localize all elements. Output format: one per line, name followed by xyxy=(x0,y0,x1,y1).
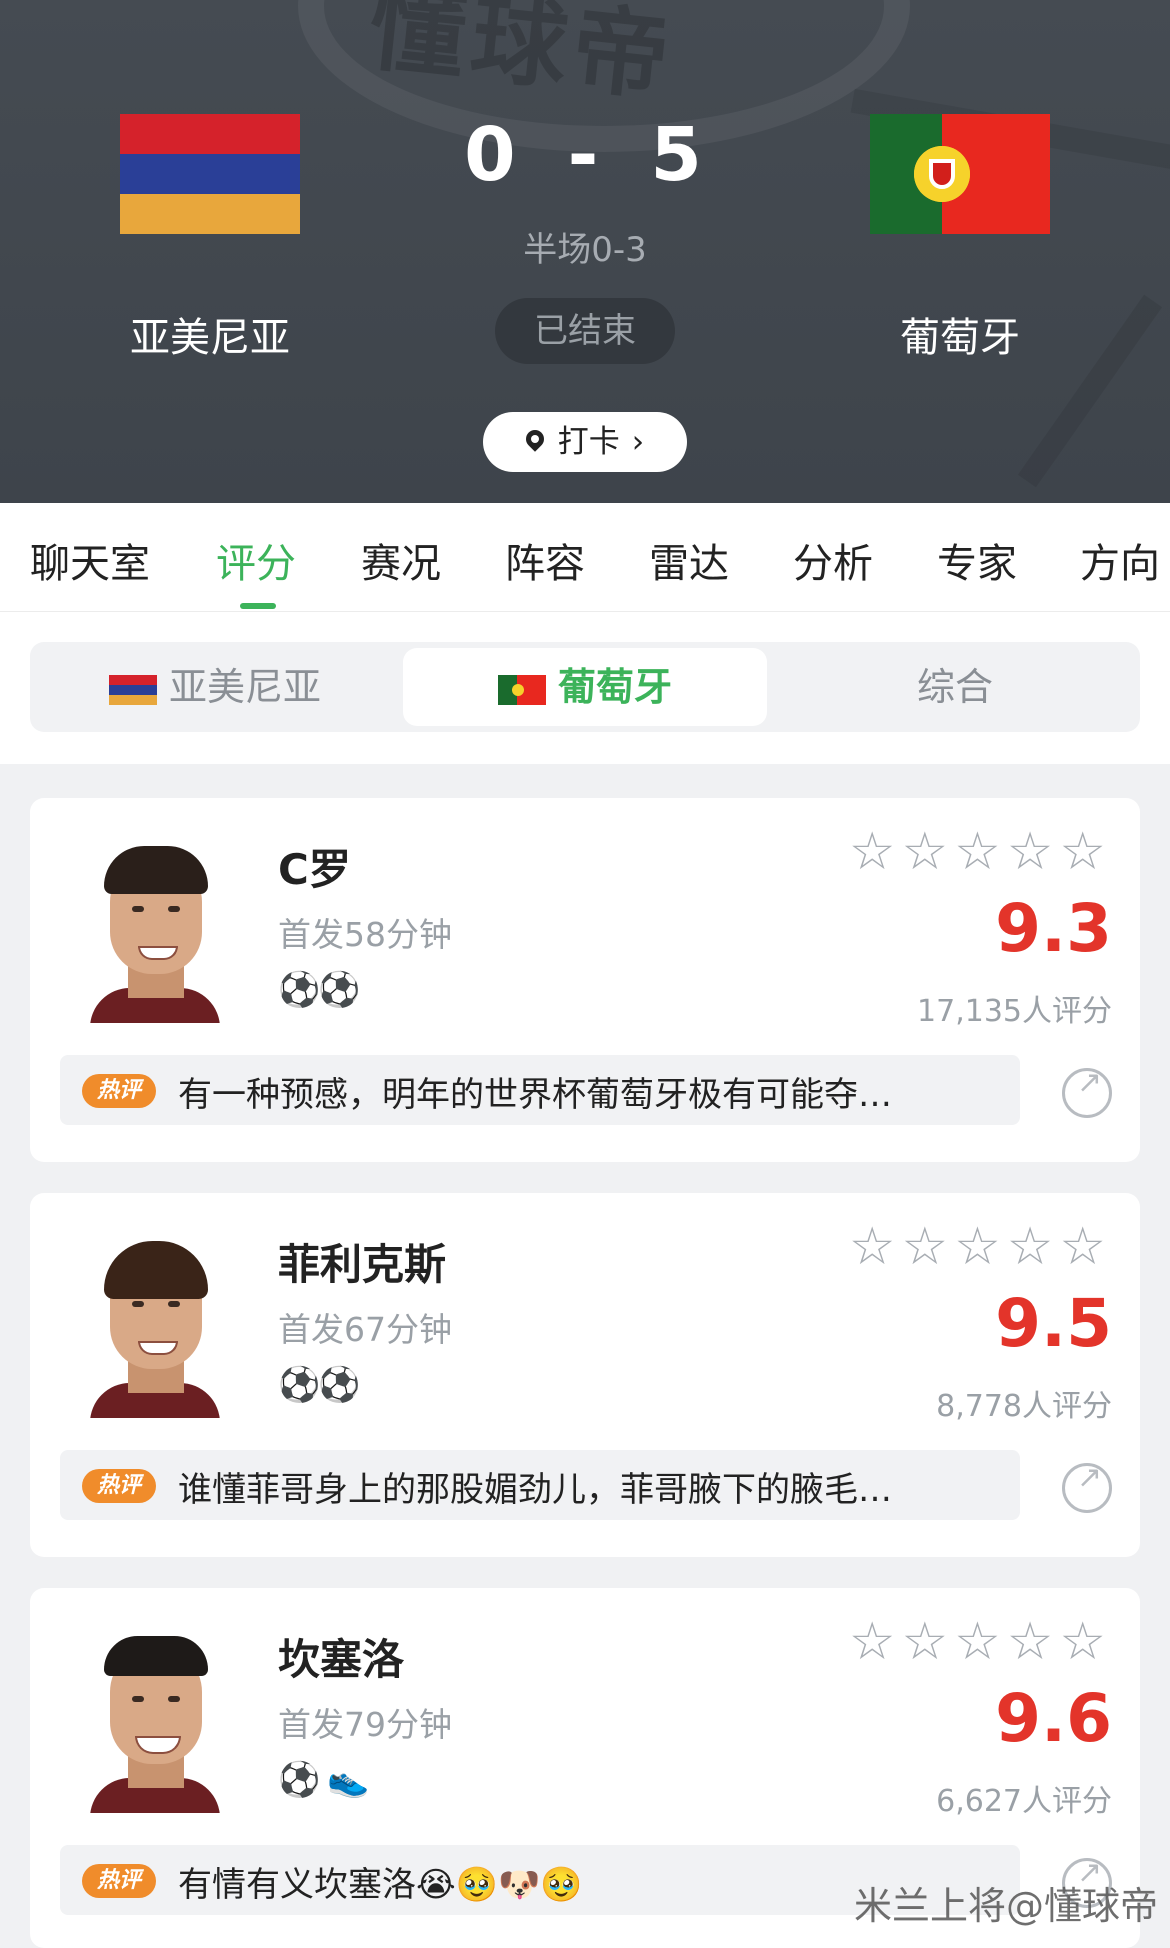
match-header: 懂球帝 0-5 半场0-3 亚美尼亚 已结束 葡萄牙 打卡 › xyxy=(0,0,1170,503)
armenia-flag-icon xyxy=(108,674,157,705)
match-score: 0-5 xyxy=(440,112,730,198)
player-avatar[interactable] xyxy=(90,828,220,1023)
segment-away-label: 葡萄牙 xyxy=(557,665,672,709)
hot-comment[interactable]: 热评 有一种预感，明年的世界杯葡萄牙极有可能夺… xyxy=(60,1055,1020,1125)
checkin-label: 打卡 xyxy=(557,424,620,460)
hot-comment-text: 有一种预感，明年的世界杯葡萄牙极有可能夺… xyxy=(178,1075,892,1115)
segment-overall[interactable]: 综合 xyxy=(770,642,1140,732)
player-card[interactable]: 菲利克斯 首发67分钟 ⚽⚽ ☆☆☆☆☆ 9.5 8,778人评分 热评 谁懂菲… xyxy=(30,1193,1140,1557)
tab-chatroom[interactable]: 聊天室 xyxy=(30,531,150,589)
home-score: 0 xyxy=(464,112,520,198)
player-name: C罗 xyxy=(278,845,351,894)
away-team-flag[interactable] xyxy=(870,114,1050,234)
away-team-name[interactable]: 葡萄牙 xyxy=(830,305,1090,363)
player-name: 坎塞洛 xyxy=(278,1635,405,1684)
player-minutes: 首发58分钟 xyxy=(278,915,452,954)
rating-stars[interactable]: ☆☆☆☆☆ xyxy=(849,822,1112,882)
rating-stars[interactable]: ☆☆☆☆☆ xyxy=(849,1217,1112,1277)
hot-comment-text: 有情有义坎塞洛😭🥹🐶🥹 xyxy=(178,1865,583,1905)
home-team-flag[interactable] xyxy=(120,114,300,234)
hot-comment-badge: 热评 xyxy=(82,1864,156,1898)
rating-count: 17,135人评分 xyxy=(917,994,1112,1029)
away-score: 5 xyxy=(650,112,706,198)
segment-home-label: 亚美尼亚 xyxy=(168,665,321,709)
segment-home[interactable]: 亚美尼亚 xyxy=(30,642,400,732)
segmented-control: 亚美尼亚 葡萄牙 综合 xyxy=(30,642,1140,732)
checkin-button[interactable]: 打卡 › xyxy=(483,412,687,472)
hot-comment[interactable]: 热评 谁懂菲哥身上的那股媚劲儿，菲哥腋下的腋毛… xyxy=(60,1450,1020,1520)
player-rating: 9.3 xyxy=(995,890,1112,967)
hot-comment-text: 谁懂菲哥身上的那股媚劲儿，菲哥腋下的腋毛… xyxy=(178,1470,892,1510)
location-pin-icon xyxy=(522,426,548,452)
team-selector: 亚美尼亚 葡萄牙 综合 xyxy=(0,612,1170,764)
score-separator: - xyxy=(567,112,603,198)
hot-comment-badge: 热评 xyxy=(82,1469,156,1503)
chevron-right-icon: › xyxy=(631,424,645,460)
tab-bar: 聊天室 评分 赛况 阵容 雷达 分析 专家 方向 xyxy=(0,503,1170,612)
match-status-badge: 已结束 xyxy=(495,298,675,364)
player-rating: 9.6 xyxy=(995,1680,1112,1757)
player-minutes: 首发79分钟 xyxy=(278,1705,452,1744)
goal-icons: ⚽⚽ xyxy=(278,970,361,1010)
share-icon[interactable] xyxy=(1062,1065,1112,1118)
active-tab-indicator xyxy=(240,603,276,609)
tab-live[interactable]: 赛况 xyxy=(361,531,441,589)
tab-analysis[interactable]: 分析 xyxy=(793,531,873,589)
hot-comment-badge: 热评 xyxy=(82,1074,156,1108)
tab-ratings[interactable]: 评分 xyxy=(216,531,296,589)
rating-count: 8,778人评分 xyxy=(936,1389,1112,1424)
player-rating: 9.5 xyxy=(995,1285,1112,1362)
segment-away[interactable]: 葡萄牙 xyxy=(403,648,767,726)
portugal-flag-icon xyxy=(497,674,546,705)
tab-direction[interactable]: 方向 xyxy=(1080,531,1160,589)
rating-count: 6,627人评分 xyxy=(936,1784,1112,1819)
image-watermark: 米兰上将@懂球帝 xyxy=(853,1884,1158,1928)
share-icon[interactable] xyxy=(1062,1460,1112,1513)
home-team-name[interactable]: 亚美尼亚 xyxy=(80,305,340,363)
goal-icons: ⚽⚽ xyxy=(278,1365,361,1405)
rating-stars[interactable]: ☆☆☆☆☆ xyxy=(849,1612,1112,1672)
player-name: 菲利克斯 xyxy=(278,1240,447,1289)
player-avatar[interactable] xyxy=(90,1223,220,1418)
half-time-score: 半场0-3 xyxy=(523,230,647,270)
player-minutes: 首发67分钟 xyxy=(278,1310,452,1349)
player-card[interactable]: C罗 首发58分钟 ⚽⚽ ☆☆☆☆☆ 9.3 17,135人评分 热评 有一种预… xyxy=(30,798,1140,1162)
player-avatar[interactable] xyxy=(90,1618,220,1813)
tab-experts[interactable]: 专家 xyxy=(937,531,1017,589)
tab-radar[interactable]: 雷达 xyxy=(649,531,729,589)
goal-assist-icons: ⚽ 👟 xyxy=(278,1760,369,1800)
tab-lineup[interactable]: 阵容 xyxy=(505,531,585,589)
